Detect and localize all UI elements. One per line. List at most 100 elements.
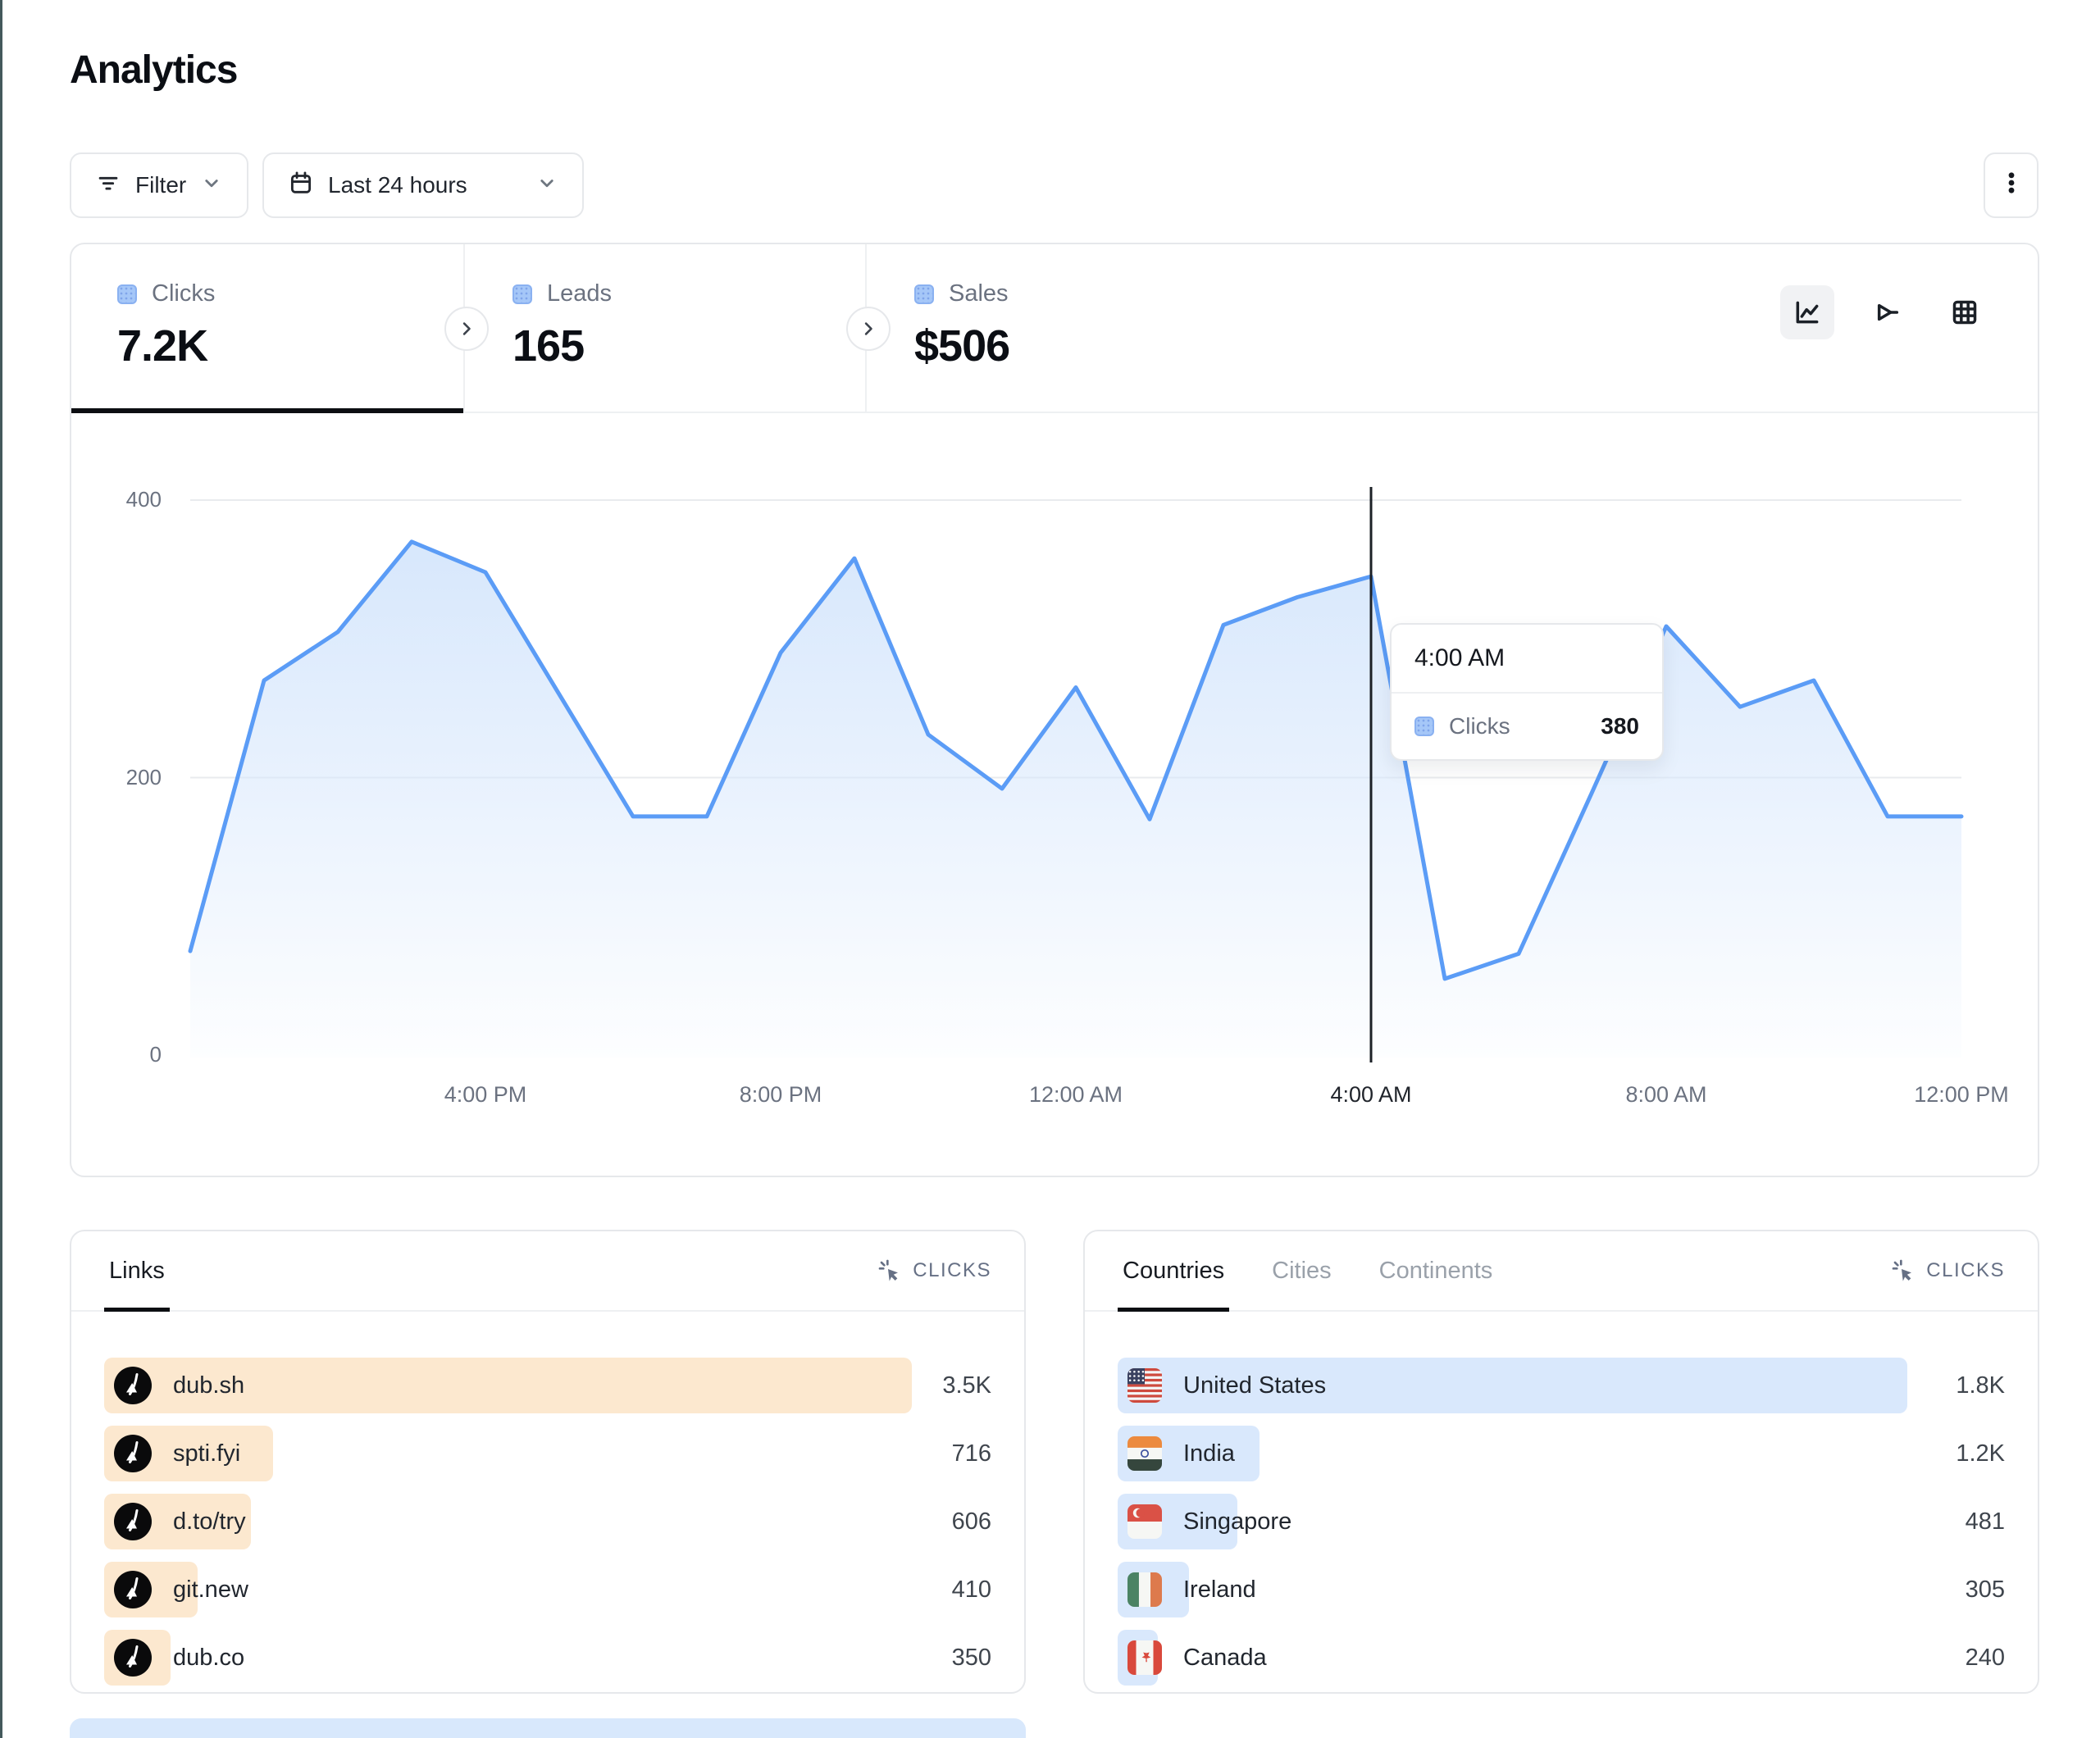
x-tick-label: 12:00 PM — [1871, 1082, 2052, 1108]
chevron-down-icon — [199, 171, 224, 201]
countries-metric-label: CLICKS — [1926, 1259, 2005, 1282]
links-panel: Links CLICKS dub.sh3.5K spti.fyi 716 d.to/t… — [70, 1230, 1026, 1694]
countries-panel: Countries Cities Continents CLICKS Unite… — [1083, 1230, 2039, 1694]
country-row[interactable]: Singapore 481 — [1118, 1494, 2005, 1549]
chevron-right-icon — [857, 317, 880, 340]
tab-countries[interactable]: Countries — [1118, 1231, 1229, 1310]
y-tick-label: 200 — [93, 765, 162, 790]
link-row[interactable]: git.new 410 — [104, 1562, 991, 1617]
singapore-flag-icon — [1127, 1504, 1162, 1539]
row-label: git.new — [173, 1576, 248, 1604]
date-range-button[interactable]: Last 24 hours — [262, 152, 584, 218]
filter-button-label: Filter — [135, 172, 186, 198]
links-panel-header: Links CLICKS — [71, 1231, 1024, 1312]
filter-icon — [94, 169, 122, 202]
stat-value: 7.2K — [117, 321, 463, 371]
y-tick-label: 400 — [93, 487, 162, 512]
row-value: 410 — [952, 1576, 991, 1604]
link-row[interactable]: dub.sh3.5K — [104, 1358, 991, 1413]
link-row[interactable]: dub.co 350 — [104, 1630, 991, 1686]
ireland-flag-icon — [1127, 1572, 1162, 1607]
analytics-card: Clicks 7.2K Leads 165 Sales $506 — [70, 243, 2039, 1177]
line-chart-view-button[interactable] — [1780, 285, 1834, 339]
dub-logo-icon — [114, 1367, 152, 1404]
row-value: 481 — [1966, 1508, 2005, 1536]
stat-value: 165 — [512, 321, 865, 371]
country-row[interactable]: India 1.2K — [1118, 1426, 2005, 1481]
clicks-legend-swatch — [117, 284, 137, 304]
row-label: d.to/try — [173, 1508, 246, 1536]
india-flag-icon — [1127, 1436, 1162, 1471]
grid-table-icon — [1948, 296, 1981, 329]
row-label: dub.co — [173, 1645, 244, 1672]
dub-logo-icon — [114, 1503, 152, 1540]
row-value: 3.5K — [942, 1372, 991, 1399]
x-tick-label: 4:00 AM — [1281, 1082, 1461, 1108]
dub-logo-icon — [114, 1639, 152, 1677]
row-value: 1.8K — [1956, 1372, 2005, 1399]
canada-flag-icon — [1127, 1640, 1162, 1675]
calendar-icon — [287, 169, 315, 202]
expand-sales-button[interactable] — [846, 307, 891, 351]
countries-panel-header: Countries Cities Continents CLICKS — [1085, 1231, 2038, 1312]
links-list: dub.sh3.5K spti.fyi 716 d.to/try606 git.new 4… — [71, 1312, 1024, 1686]
x-tick-label: 8:00 PM — [690, 1082, 871, 1108]
row-label: Canada — [1183, 1645, 1267, 1672]
clicks-chart[interactable]: 400 200 0 4:00 PM 8:00 PM 12:00 AM 4:00 AM 8:0… — [71, 412, 2038, 1177]
row-label: United States — [1183, 1372, 1326, 1399]
partial-banner — [70, 1718, 1026, 1738]
links-metric-label: CLICKS — [913, 1259, 991, 1282]
filter-button[interactable]: Filter — [70, 152, 248, 218]
tooltip-legend-swatch — [1414, 717, 1434, 736]
chevron-down-icon — [535, 171, 559, 201]
row-value: 716 — [952, 1440, 991, 1467]
country-row[interactable]: Canada 240 — [1118, 1630, 2005, 1686]
stat-tab-sales[interactable]: Sales $506 — [868, 244, 1269, 412]
line-chart-icon — [1791, 296, 1824, 329]
row-label: Ireland — [1183, 1576, 1256, 1604]
leads-legend-swatch — [512, 284, 532, 304]
kebab-menu-icon — [1998, 169, 2025, 202]
cursor-click-icon — [877, 1258, 903, 1284]
country-row[interactable]: United States 1.8K — [1118, 1358, 2005, 1413]
table-view-button[interactable] — [1938, 285, 1992, 339]
tooltip-series-label: Clicks — [1449, 713, 1510, 739]
window-left-edge — [0, 0, 2, 1738]
x-tick-label: 8:00 AM — [1576, 1082, 1756, 1108]
sales-legend-swatch — [914, 284, 934, 304]
link-row[interactable]: d.to/try606 — [104, 1494, 991, 1549]
stat-label: Sales — [949, 280, 1009, 307]
page-title: Analytics — [70, 48, 237, 93]
stat-label: Clicks — [152, 280, 215, 307]
row-label: India — [1183, 1440, 1235, 1467]
chart-tooltip: 4:00 AM Clicks 380 — [1390, 623, 1664, 761]
more-options-button[interactable] — [1984, 152, 2039, 218]
stat-value: $506 — [914, 321, 1269, 371]
row-label: spti.fyi — [173, 1440, 240, 1467]
stat-tab-leads[interactable]: Leads 165 — [467, 244, 867, 412]
row-label: Singapore — [1183, 1508, 1291, 1536]
y-tick-label: 0 — [93, 1042, 162, 1067]
chart-view-toggles — [1780, 285, 1992, 339]
expand-leads-button[interactable] — [444, 307, 489, 351]
stat-tab-strip: Clicks 7.2K Leads 165 Sales $506 — [71, 244, 2038, 413]
countries-metric-header[interactable]: CLICKS — [1890, 1258, 2005, 1284]
x-tick-label: 4:00 PM — [395, 1082, 576, 1108]
row-value: 1.2K — [1956, 1440, 2005, 1467]
row-value: 350 — [952, 1645, 991, 1672]
country-row[interactable]: Ireland305 — [1118, 1562, 2005, 1617]
link-row[interactable]: spti.fyi 716 — [104, 1426, 991, 1481]
tab-cities[interactable]: Cities — [1267, 1231, 1337, 1310]
links-metric-header[interactable]: CLICKS — [877, 1258, 991, 1284]
row-value: 240 — [1966, 1645, 2005, 1672]
date-range-label: Last 24 hours — [328, 172, 467, 198]
us-flag-icon — [1127, 1368, 1162, 1403]
tab-links[interactable]: Links — [104, 1231, 170, 1310]
dub-logo-icon — [114, 1435, 152, 1472]
funnel-view-button[interactable] — [1859, 285, 1913, 339]
cursor-click-icon — [1890, 1258, 1916, 1284]
stat-tab-clicks[interactable]: Clicks 7.2K — [71, 244, 465, 412]
chart-plot-area[interactable] — [190, 494, 1961, 1056]
tab-continents[interactable]: Continents — [1374, 1231, 1498, 1310]
x-tick-label: 12:00 AM — [986, 1082, 1166, 1108]
